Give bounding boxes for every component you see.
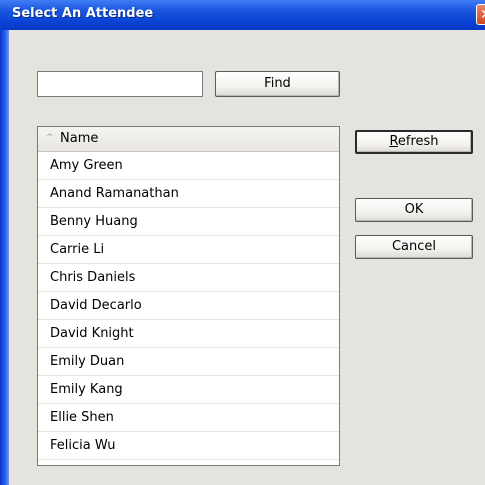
close-button[interactable]: ✕ xyxy=(476,4,485,25)
refresh-label-rest: efresh xyxy=(397,134,439,149)
attendee-list[interactable]: ^ Name Amy Green Anand Ramanathan Benny Hu… xyxy=(37,126,340,466)
cancel-button[interactable]: Cancel xyxy=(355,235,473,259)
title-bar[interactable]: Select An Attendee ✕ xyxy=(0,0,485,30)
window-left-border xyxy=(0,0,9,485)
list-item[interactable]: Benny Huang xyxy=(38,208,339,236)
list-item[interactable]: Emily Duan xyxy=(38,348,339,376)
attendee-rows: Amy Green Anand Ramanathan Benny Huang Carr… xyxy=(38,152,339,460)
list-item[interactable]: Felicia Wu xyxy=(38,432,339,460)
name-column-label: Name xyxy=(60,131,99,146)
close-icon: ✕ xyxy=(480,7,485,23)
list-item[interactable]: Ellie Shen xyxy=(38,404,339,432)
list-item[interactable]: Carrie Li xyxy=(38,236,339,264)
refresh-accesskey: R xyxy=(389,134,398,149)
sort-ascending-icon: ^ xyxy=(46,133,54,143)
dialog-title: Select An Attendee xyxy=(12,6,154,21)
list-item[interactable]: David Decarlo xyxy=(38,292,339,320)
find-button[interactable]: Find xyxy=(215,71,340,97)
list-item[interactable]: Emily Kang xyxy=(38,376,339,404)
dialog-window: Select An Attendee ✕ Find ^ Name Amy Gre… xyxy=(0,0,485,485)
list-item[interactable]: Anand Ramanathan xyxy=(38,180,339,208)
ok-button[interactable]: OK xyxy=(355,198,473,222)
list-item[interactable]: Amy Green xyxy=(38,152,339,180)
list-item[interactable]: Chris Daniels xyxy=(38,264,339,292)
refresh-button[interactable]: Refresh xyxy=(355,130,473,154)
list-item[interactable]: David Knight xyxy=(38,320,339,348)
search-input[interactable] xyxy=(37,71,203,97)
name-column-header[interactable]: ^ Name xyxy=(38,127,339,152)
